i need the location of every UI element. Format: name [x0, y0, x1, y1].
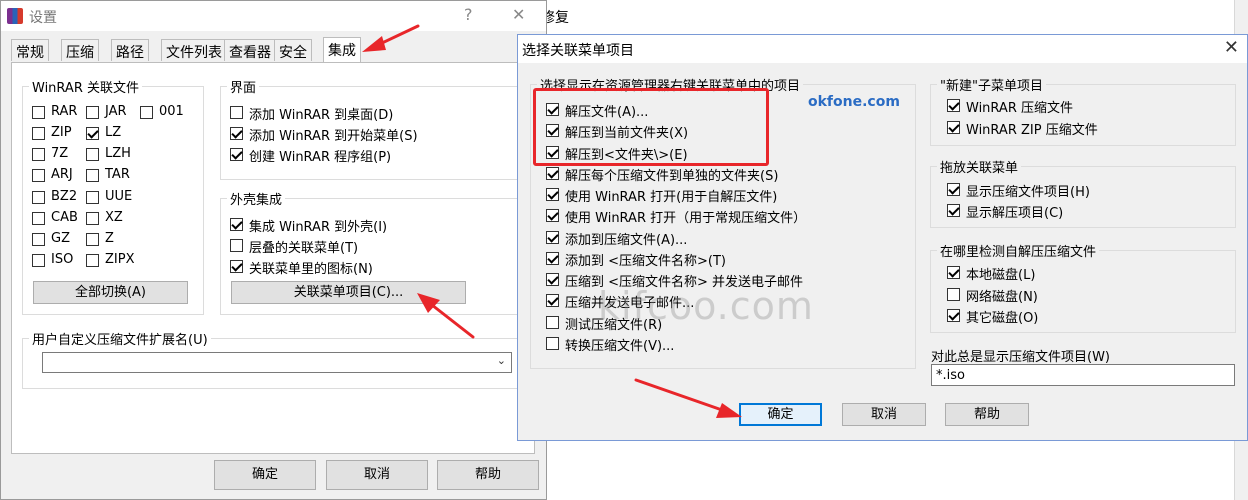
settings-ok-button[interactable]: 确定	[214, 460, 316, 490]
custom-ext-combo[interactable]: ⌄	[42, 352, 512, 373]
toggle-all-button[interactable]: 全部切换(A)	[33, 281, 188, 304]
always-show-input[interactable]: *.iso	[931, 364, 1235, 386]
watermark-text: okfone.com	[808, 94, 900, 110]
tab-general[interactable]: 常规	[11, 39, 49, 61]
new-submenu-title: "新建"子菜单项目	[940, 79, 1043, 94]
highlight-box	[533, 88, 769, 166]
interface-group-title: 界面	[230, 81, 257, 96]
settings-window: 设置 ? ✕ 常规 压缩 路径 文件列表 查看器 安全 集成 WinRAR 关联…	[0, 0, 547, 500]
context-ok-button[interactable]: 确定	[739, 403, 822, 426]
settings-cancel-button[interactable]: 取消	[326, 460, 428, 490]
close-icon[interactable]: ✕	[512, 5, 525, 24]
tab-security[interactable]: 安全	[274, 39, 312, 61]
always-show-label: 对此总是显示压缩文件项目(W)	[931, 350, 1110, 365]
context-menu-items-button[interactable]: 关联菜单项目(C)...	[231, 281, 466, 304]
tab-viewer[interactable]: 查看器	[224, 39, 276, 61]
tab-paths[interactable]: 路径	[111, 39, 149, 61]
integration-panel: WinRAR 关联文件 RAR JAR 001 ZIP LZ 7Z LZH AR…	[11, 62, 535, 454]
settings-titlebar[interactable]: 设置 ? ✕	[1, 1, 546, 31]
drag-menu-title: 拖放关联菜单	[940, 161, 1019, 176]
context-dialog-titlebar[interactable]: 选择关联菜单项目 ✕	[518, 35, 1247, 63]
assoc-group-title: WinRAR 关联文件	[32, 81, 139, 96]
context-dialog-title: 选择关联菜单项目	[522, 43, 634, 59]
tab-compression[interactable]: 压缩	[61, 39, 99, 61]
tab-integration[interactable]: 集成	[323, 37, 361, 62]
detect-sfx-title: 在哪里检测自解压压缩文件	[940, 245, 1097, 260]
custom-ext-title: 用户自定义压缩文件扩展名(U)	[32, 333, 208, 348]
watermark-large: kifcoo.com	[598, 284, 814, 328]
context-help-button[interactable]: 帮助	[945, 403, 1029, 426]
shell-group-title: 外壳集成	[230, 193, 283, 208]
close-icon[interactable]: ✕	[1224, 37, 1239, 58]
settings-title: 设置	[29, 10, 57, 26]
settings-help-button[interactable]: 帮助	[437, 460, 539, 490]
winrar-icon	[7, 8, 23, 24]
chevron-down-icon[interactable]: ⌄	[497, 354, 506, 367]
context-cancel-button[interactable]: 取消	[842, 403, 926, 426]
help-icon[interactable]: ?	[464, 5, 473, 24]
tab-file-list[interactable]: 文件列表	[161, 39, 227, 61]
